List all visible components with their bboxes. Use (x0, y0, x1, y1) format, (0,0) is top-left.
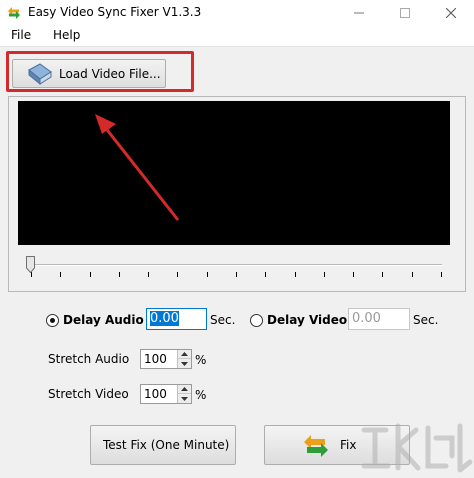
slider-tick (90, 272, 91, 277)
stretch-video-value: 100 (144, 387, 167, 401)
delay-audio-value: 0.00 (150, 311, 179, 326)
delay-video-unit: Sec. (413, 313, 439, 327)
slider-tick (236, 272, 237, 277)
slider-tick (295, 272, 296, 277)
delay-video-input[interactable]: 0.00 (348, 308, 410, 330)
delay-audio-input[interactable]: 0.00 (146, 308, 207, 330)
minimize-icon (354, 12, 364, 14)
slider-tick (60, 272, 61, 277)
seek-slider-thumb[interactable] (26, 256, 35, 273)
maximize-button[interactable] (382, 0, 428, 26)
stretch-audio-spin-buttons (177, 350, 191, 368)
title-bar: Easy Video Sync Fixer V1.3.3 (0, 0, 474, 26)
highlight-annotation (6, 51, 194, 92)
delay-video-radio[interactable] (250, 314, 263, 327)
close-button[interactable] (428, 0, 474, 26)
sync-arrows-icon (304, 435, 328, 457)
minimize-button[interactable] (336, 0, 382, 26)
slider-tick (148, 272, 149, 277)
stretch-video-spin-buttons (177, 385, 191, 403)
stretch-video-label: Stretch Video (48, 387, 129, 401)
close-icon (446, 8, 456, 18)
stretch-video-stepper[interactable]: 100 (140, 384, 192, 404)
slider-tick (382, 272, 383, 277)
chevron-up-icon (181, 352, 188, 356)
slider-tick (324, 272, 325, 277)
chevron-down-icon (181, 396, 188, 401)
fix-label: Fix (340, 438, 357, 452)
slider-tick (353, 272, 354, 277)
delay-video-value: 0.00 (352, 311, 381, 326)
slider-tick (177, 272, 178, 277)
stretch-audio-up-button[interactable] (178, 350, 191, 359)
stretch-audio-down-button[interactable] (178, 359, 191, 368)
maximize-icon (400, 8, 410, 18)
window-title: Easy Video Sync Fixer V1.3.3 (28, 5, 202, 19)
stretch-video-down-button[interactable] (178, 394, 191, 403)
slider-tick (441, 272, 442, 277)
menu-bar: File Help (0, 26, 474, 46)
slider-tick (119, 272, 120, 277)
seek-slider[interactable] (30, 264, 442, 266)
watermark-logo-icon (361, 423, 473, 473)
arrow-annotation-icon (95, 114, 180, 221)
stretch-audio-unit: % (195, 353, 207, 367)
stretch-video-up-button[interactable] (178, 385, 191, 394)
test-fix-label: Test Fix (One Minute) (103, 438, 230, 452)
menu-file[interactable]: File (11, 28, 31, 42)
chevron-down-icon (181, 361, 188, 366)
test-fix-button[interactable]: Test Fix (One Minute) (90, 425, 236, 465)
stretch-audio-value: 100 (144, 352, 167, 366)
stretch-audio-stepper[interactable]: 100 (140, 349, 192, 369)
delay-audio-radio[interactable] (46, 314, 59, 327)
stretch-audio-label: Stretch Audio (48, 352, 130, 366)
chevron-up-icon (181, 387, 188, 391)
menu-help[interactable]: Help (53, 28, 80, 42)
delay-audio-unit: Sec. (210, 313, 236, 327)
sync-arrows-icon (8, 7, 20, 19)
video-preview (18, 101, 450, 245)
delay-video-label: Delay Video (267, 313, 348, 327)
stretch-video-unit: % (195, 388, 207, 402)
slider-tick (265, 272, 266, 277)
slider-tick (412, 272, 413, 277)
slider-tick (207, 272, 208, 277)
delay-audio-label: Delay Audio (63, 313, 144, 327)
